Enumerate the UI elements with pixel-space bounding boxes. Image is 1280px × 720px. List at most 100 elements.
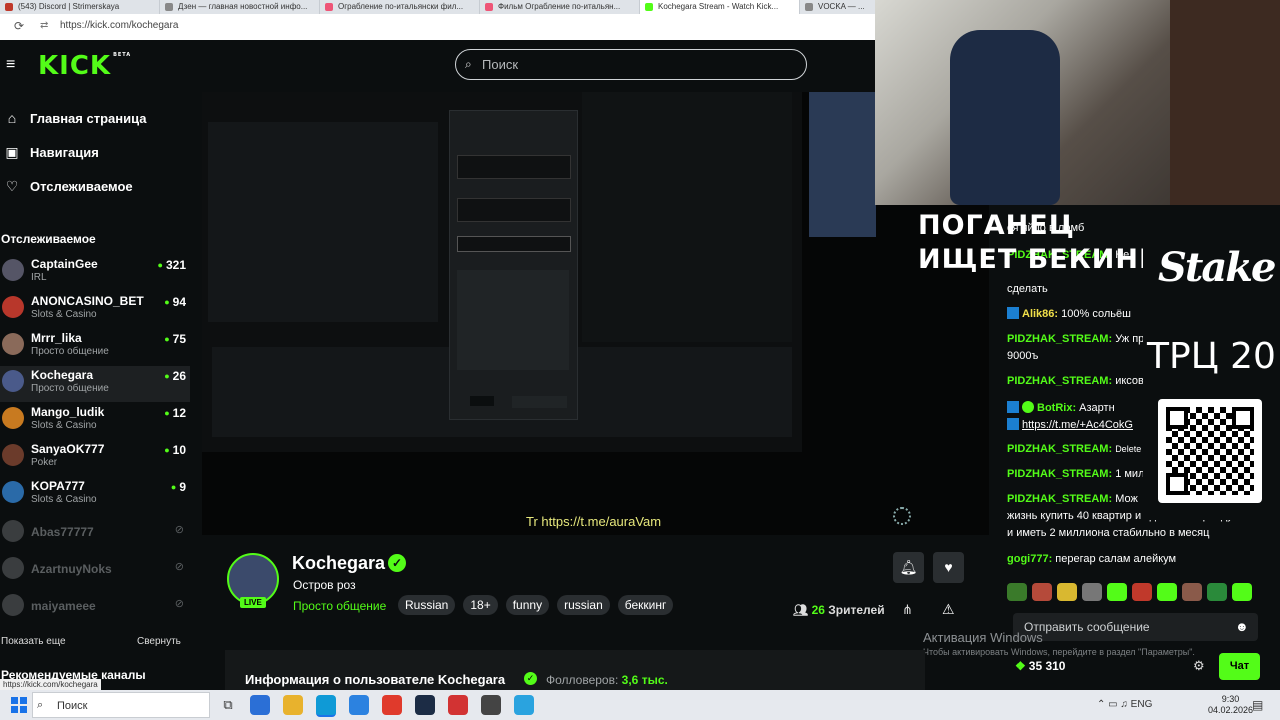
offline-icon: ⊘ [174,598,184,610]
trc-label: ТРЦ 20 [1147,336,1276,377]
browser-tab[interactable]: (543) Discord | Strimerskaya [0,0,160,14]
tag[interactable]: Russian [398,595,456,615]
tag[interactable]: беккинг [617,595,674,615]
nav-browse[interactable]: ▣ Навигация [0,139,190,165]
tab-favicon-icon [165,3,173,11]
notification-icon[interactable]: ▤ [1252,698,1263,712]
chat-message: PIDZHAK_STREAM: 1 мил [1007,468,1145,480]
qr-code-icon [1158,399,1262,503]
tag[interactable]: 18+ [463,595,498,615]
reload-icon[interactable]: ⟳ [14,19,24,33]
qr-finder [1166,473,1188,495]
explorer-app-icon[interactable] [283,695,303,715]
tray-icons: ⌃ ▭ ♫ [1097,699,1131,710]
yandex-browser-app-icon[interactable] [448,695,468,715]
stake-logo: Stake [1158,244,1276,291]
modal-field [457,155,571,179]
nav-following[interactable]: ♡ Отслеживаемое [0,173,190,199]
followed-channel[interactable]: SanyaOK777Poker10 [0,440,190,476]
browser-tab[interactable]: Ограбление по-итальянски фил... [320,0,480,14]
site-info-icon[interactable]: ⇄ [40,20,48,31]
offline-icon: ⊘ [174,524,184,536]
browser-tab[interactable]: Дзен — главная новостной инфо... [160,0,320,14]
tag[interactable]: funny [505,595,550,615]
system-tray[interactable]: ⌃ ▭ ♫ ENG [1097,699,1152,710]
browser-tab[interactable]: Фильм Ограбление по-итальян... [480,0,640,14]
share-icon[interactable]: ⋔ [902,602,913,618]
screen-panel [208,122,438,322]
verified-icon: ✓ [388,554,406,572]
tab-favicon-icon [325,3,333,11]
emote-icon[interactable] [1082,583,1102,601]
screen-panel [582,92,792,342]
taskbar-search-label: Поиск [57,700,88,712]
collapse-button[interactable]: Свернуть [137,636,181,647]
address-url[interactable]: https://kick.com/kochegara [60,20,178,31]
emote-icon[interactable] [1182,583,1202,601]
chat-send-button[interactable]: Чат [1219,653,1260,680]
report-icon[interactable]: ⚠ [942,601,955,618]
channel-name[interactable]: Kochegara [292,553,385,574]
avatar [2,520,24,542]
emote-icon[interactable] [1007,583,1027,601]
loading-spinner-icon [893,507,911,525]
chat-message: https://t.me/+Ac4CokG [1007,418,1133,431]
followed-channel[interactable]: ANONCASINO_BETSlots & Casino94 [0,292,190,328]
viewer-count: 👥︎ 26 Зрителей [793,603,885,617]
tab-favicon-icon [645,3,653,11]
kick-logo[interactable]: KICK BETA [38,51,131,81]
followed-channel[interactable]: CaptainGeeIRL321 [0,255,190,291]
system-clock[interactable]: 9:30 04.02.2026 [1208,694,1253,716]
emote-icon[interactable] [1157,583,1177,601]
tag[interactable]: russian [557,595,610,615]
followed-channel-offline[interactable]: AzartnuyNoks ⊘ [0,553,190,587]
obs-app-icon[interactable] [481,695,501,715]
emote-icon[interactable] [1032,583,1052,601]
channel-points[interactable]: ❖ 35 310 [1015,659,1065,673]
follow-button[interactable]: ♥ [933,552,964,583]
browser-tab-active[interactable]: Kochegara Stream - Watch Kick... [640,0,800,14]
nav-home[interactable]: ⌂ Главная страница [0,105,190,131]
store-app-icon[interactable] [250,695,270,715]
chat-message: и иметь 2 миллиона стабильно в месяц [1007,527,1210,539]
followed-channel[interactable]: Mango_ludikSlots & Casino12 [0,403,190,439]
emote-icon[interactable] [1207,583,1227,601]
emoji-icon[interactable]: ☻ [1235,619,1249,634]
points-icon: ❖ [1015,659,1026,673]
menu-icon[interactable]: ≡ [6,57,20,73]
emote-icon[interactable] [1132,583,1152,601]
qr-finder [1232,407,1254,429]
task-view-icon[interactable]: ⧉ [218,695,238,715]
start-button[interactable] [11,697,27,713]
edge-app-icon[interactable] [316,695,336,717]
category-link[interactable]: Просто общение [293,599,386,613]
show-more-button[interactable]: Показать еще [1,636,66,647]
avatar [2,594,24,616]
chat-message: сделать [1007,283,1048,295]
gear-icon[interactable]: ⚙ [1193,658,1205,674]
followed-channel[interactable]: KOPA777Slots & Casino9 [0,477,190,513]
emote-icon[interactable] [1057,583,1077,601]
avatar [2,557,24,579]
chat-message: Alik86: 100% сольёш [1007,307,1131,320]
browse-icon: ▣ [5,143,19,160]
followed-channel-offline[interactable]: Abas77777 ⊘ [0,516,190,550]
emote-icon[interactable] [1107,583,1127,601]
mail-app-icon[interactable] [349,695,369,715]
avatar [2,296,24,318]
emote-icon[interactable] [1232,583,1252,601]
followed-channel-hovered[interactable]: KochegaraПросто общение26 [0,366,190,402]
stream-title: Остров роз [293,578,356,592]
webcam-shelf [1170,0,1280,205]
notification-bell-button[interactable]: 🔔︎ [893,552,924,583]
followers-count: Фолловеров: 3,6 тыс. [546,673,668,687]
modal-dropdown [457,270,569,370]
followed-channel[interactable]: Mrrr_likaПросто общение75 [0,329,190,365]
steam-app-icon[interactable] [415,695,435,715]
heart-icon: ♡ [5,177,19,194]
telegram-app-icon[interactable] [514,695,534,715]
yandex-app-icon[interactable] [382,695,402,715]
followed-channel-offline[interactable]: maiyameee ⊘ [0,590,190,624]
tab-favicon-icon [485,3,493,11]
home-icon: ⌂ [7,110,17,126]
